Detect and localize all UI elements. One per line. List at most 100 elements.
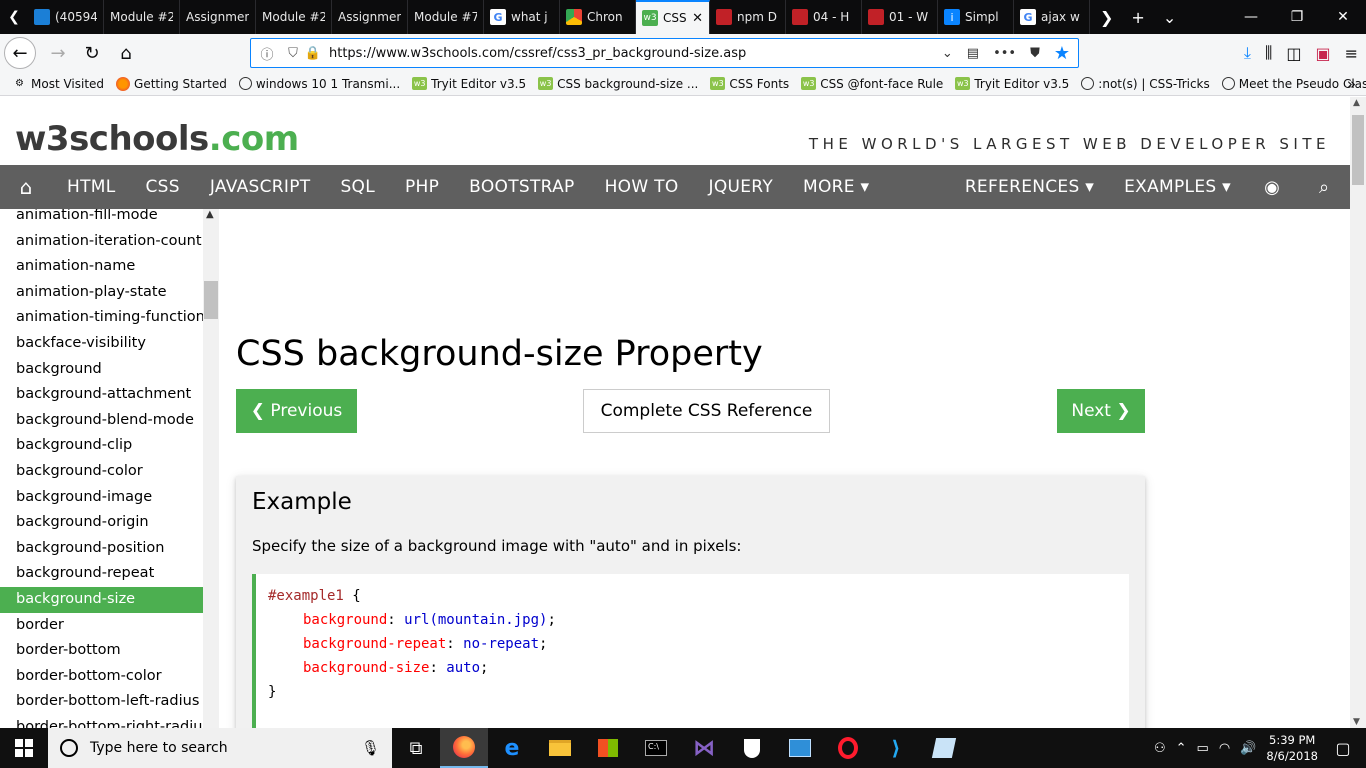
browser-tab[interactable]: Module #2 xyxy=(104,0,180,34)
taskbar-remote-desktop[interactable] xyxy=(776,728,824,768)
tab-scroll-right-icon[interactable]: ❯ xyxy=(1100,8,1113,27)
sidebar-item[interactable]: background-size xyxy=(0,586,203,613)
menu-icon[interactable]: ≡ xyxy=(1345,44,1358,63)
battery-icon[interactable]: ▭ xyxy=(1197,741,1209,756)
previous-button[interactable]: ❮ Previous xyxy=(236,389,357,433)
taskbar-store[interactable] xyxy=(584,728,632,768)
nav-item[interactable]: BOOTSTRAP xyxy=(454,177,589,197)
sidebar-item[interactable]: border-bottom-color xyxy=(0,664,203,690)
volume-icon[interactable]: 🔊 xyxy=(1240,741,1256,756)
bookmark-item[interactable]: w3 Tryit Editor v3.5 xyxy=(955,77,1069,91)
bookmark-item[interactable]: w3 CSS @font-face Rule xyxy=(801,77,943,91)
page-scrollbar[interactable]: ▲ ▼ xyxy=(1350,97,1366,728)
browser-tab[interactable]: Chron xyxy=(560,0,636,34)
sidebar-scroll-thumb[interactable] xyxy=(204,281,218,319)
browser-tab[interactable]: Assignmen xyxy=(332,0,408,34)
page-scroll-thumb[interactable] xyxy=(1352,115,1364,185)
address-bar[interactable]: ⓘ ⛉ 🔒 https://www.w3schools.com/cssref/c… xyxy=(250,38,1079,68)
browser-tab[interactable]: i Simpl xyxy=(938,0,1014,34)
bookmark-item[interactable]: w3 Tryit Editor v3.5 xyxy=(412,77,526,91)
browser-tab[interactable]: Gajax w xyxy=(1014,0,1090,34)
library-icon[interactable]: ⫼ xyxy=(1265,43,1272,63)
clock[interactable]: 5:39 PM 8/6/2018 xyxy=(1266,732,1318,764)
browser-tab[interactable]: npm D xyxy=(710,0,786,34)
sidebar-item[interactable]: background-origin xyxy=(0,510,203,536)
taskbar-defender[interactable] xyxy=(728,728,776,768)
sidebar-item[interactable]: background-blend-mode xyxy=(0,408,203,434)
tab-list-chevron-down-icon[interactable]: ⌄ xyxy=(1163,8,1176,27)
start-button[interactable] xyxy=(0,728,48,768)
w3schools-logo[interactable]: w3schools.com xyxy=(15,119,299,159)
bookmark-item[interactable]: Getting Started xyxy=(116,76,227,91)
taskbar-edge[interactable]: e xyxy=(488,728,536,768)
browser-tab[interactable]: Module #2 xyxy=(256,0,332,34)
browser-tab[interactable]: Module #7 xyxy=(408,0,484,34)
pocket-icon[interactable]: ⛊ xyxy=(1030,46,1040,61)
sidebar-item[interactable]: animation-fill-mode xyxy=(0,209,203,229)
microphone-icon[interactable]: 🎙 xyxy=(361,739,380,757)
new-tab-icon[interactable]: + xyxy=(1131,8,1144,27)
url-text[interactable]: https://www.w3schools.com/cssref/css3_pr… xyxy=(329,46,942,61)
taskbar-vscode[interactable]: ⟩ xyxy=(872,728,920,768)
sidebar-item[interactable]: background-image xyxy=(0,485,203,511)
bookmark-item[interactable]: w3 CSS Fonts xyxy=(710,77,789,91)
nav-item[interactable]: MORE ▾ xyxy=(788,177,884,197)
sidebar-item[interactable]: border xyxy=(0,613,203,639)
browser-tab[interactable]: (40594 xyxy=(28,0,104,34)
bookmark-item[interactable]: :not(s) | CSS-Tricks xyxy=(1081,77,1210,91)
sidebar-item[interactable]: background-attachment xyxy=(0,382,203,408)
taskbar-opera[interactable] xyxy=(824,728,872,768)
reload-icon[interactable]: ↻ xyxy=(76,37,108,69)
people-icon[interactable]: ⚇ xyxy=(1154,741,1166,756)
browser-tab[interactable]: Assignmen xyxy=(180,0,256,34)
taskbar-command-prompt[interactable]: C:\ xyxy=(632,728,680,768)
chevron-down-icon[interactable]: ⌄ xyxy=(942,46,953,61)
bookmark-item[interactable]: w3 CSS background-size ... xyxy=(538,77,698,91)
home-icon[interactable]: ⌂ xyxy=(0,175,52,199)
browser-tab[interactable]: 04 - H xyxy=(786,0,862,34)
sidebar-toggle-icon[interactable]: ◫ xyxy=(1286,44,1301,63)
nav-item-right[interactable]: EXAMPLES ▾ xyxy=(1109,177,1246,197)
task-view-icon[interactable]: ⧉ xyxy=(392,728,440,768)
sidebar-item[interactable]: animation-name xyxy=(0,254,203,280)
sidebar-item[interactable]: animation-iteration-count xyxy=(0,229,203,255)
wifi-icon[interactable]: ◠ xyxy=(1219,741,1230,756)
close-window-icon[interactable]: ✕ xyxy=(1320,0,1366,34)
reader-view-icon[interactable]: ▤ xyxy=(967,46,979,61)
browser-tab[interactable]: w3 CSS ✕ xyxy=(636,0,710,34)
nav-item[interactable]: HOW TO xyxy=(590,177,694,197)
nav-item[interactable]: CSS xyxy=(131,177,195,197)
sidebar-item[interactable]: border-bottom xyxy=(0,638,203,664)
scroll-down-icon[interactable]: ▼ xyxy=(1353,717,1360,727)
sidebar-item[interactable]: border-bottom-left-radius xyxy=(0,689,203,715)
next-button[interactable]: Next ❯ xyxy=(1057,389,1145,433)
sidebar-item[interactable]: background-color xyxy=(0,459,203,485)
tracking-shield-icon[interactable]: ⛉ xyxy=(283,46,303,61)
page-actions-icon[interactable]: ••• xyxy=(993,46,1016,61)
browser-tab[interactable]: 01 - W xyxy=(862,0,938,34)
download-icon[interactable]: ⤓ xyxy=(1244,43,1251,63)
nav-item[interactable]: HTML xyxy=(52,177,131,197)
scroll-up-icon[interactable]: ▲ xyxy=(1353,98,1360,108)
sidebar-item[interactable]: background-repeat xyxy=(0,561,203,587)
search-icon[interactable]: ⌕ xyxy=(1298,177,1350,198)
taskbar-file-explorer[interactable] xyxy=(536,728,584,768)
sidebar-item[interactable]: background xyxy=(0,357,203,383)
show-hidden-icons-chevron-up-icon[interactable]: ⌃ xyxy=(1176,741,1187,756)
browser-tab[interactable]: Gwhat j xyxy=(484,0,560,34)
nav-item[interactable]: SQL xyxy=(325,177,390,197)
sidebar-scrollbar[interactable]: ▲ xyxy=(203,209,219,728)
nav-item-right[interactable]: REFERENCES ▾ xyxy=(950,177,1109,197)
home-icon[interactable]: ⌂ xyxy=(110,37,142,69)
bookmark-item[interactable]: ⚙ Most Visited xyxy=(12,77,104,91)
action-center-icon[interactable]: ▢ xyxy=(1328,739,1358,758)
nav-item[interactable]: JQUERY xyxy=(694,177,789,197)
sidebar-item[interactable]: animation-play-state xyxy=(0,280,203,306)
nav-item[interactable]: JAVASCRIPT xyxy=(195,177,326,197)
scroll-up-icon[interactable]: ▲ xyxy=(206,209,214,220)
bookmark-item[interactable]: Meet the Pseudo Class... xyxy=(1221,77,1366,91)
back-arrow-icon[interactable]: ← xyxy=(4,37,36,69)
nav-item[interactable]: PHP xyxy=(390,177,454,197)
taskbar-search-box[interactable]: Type here to search 🎙 xyxy=(48,728,392,768)
bookmarks-overflow-icon[interactable]: » xyxy=(1347,75,1356,93)
